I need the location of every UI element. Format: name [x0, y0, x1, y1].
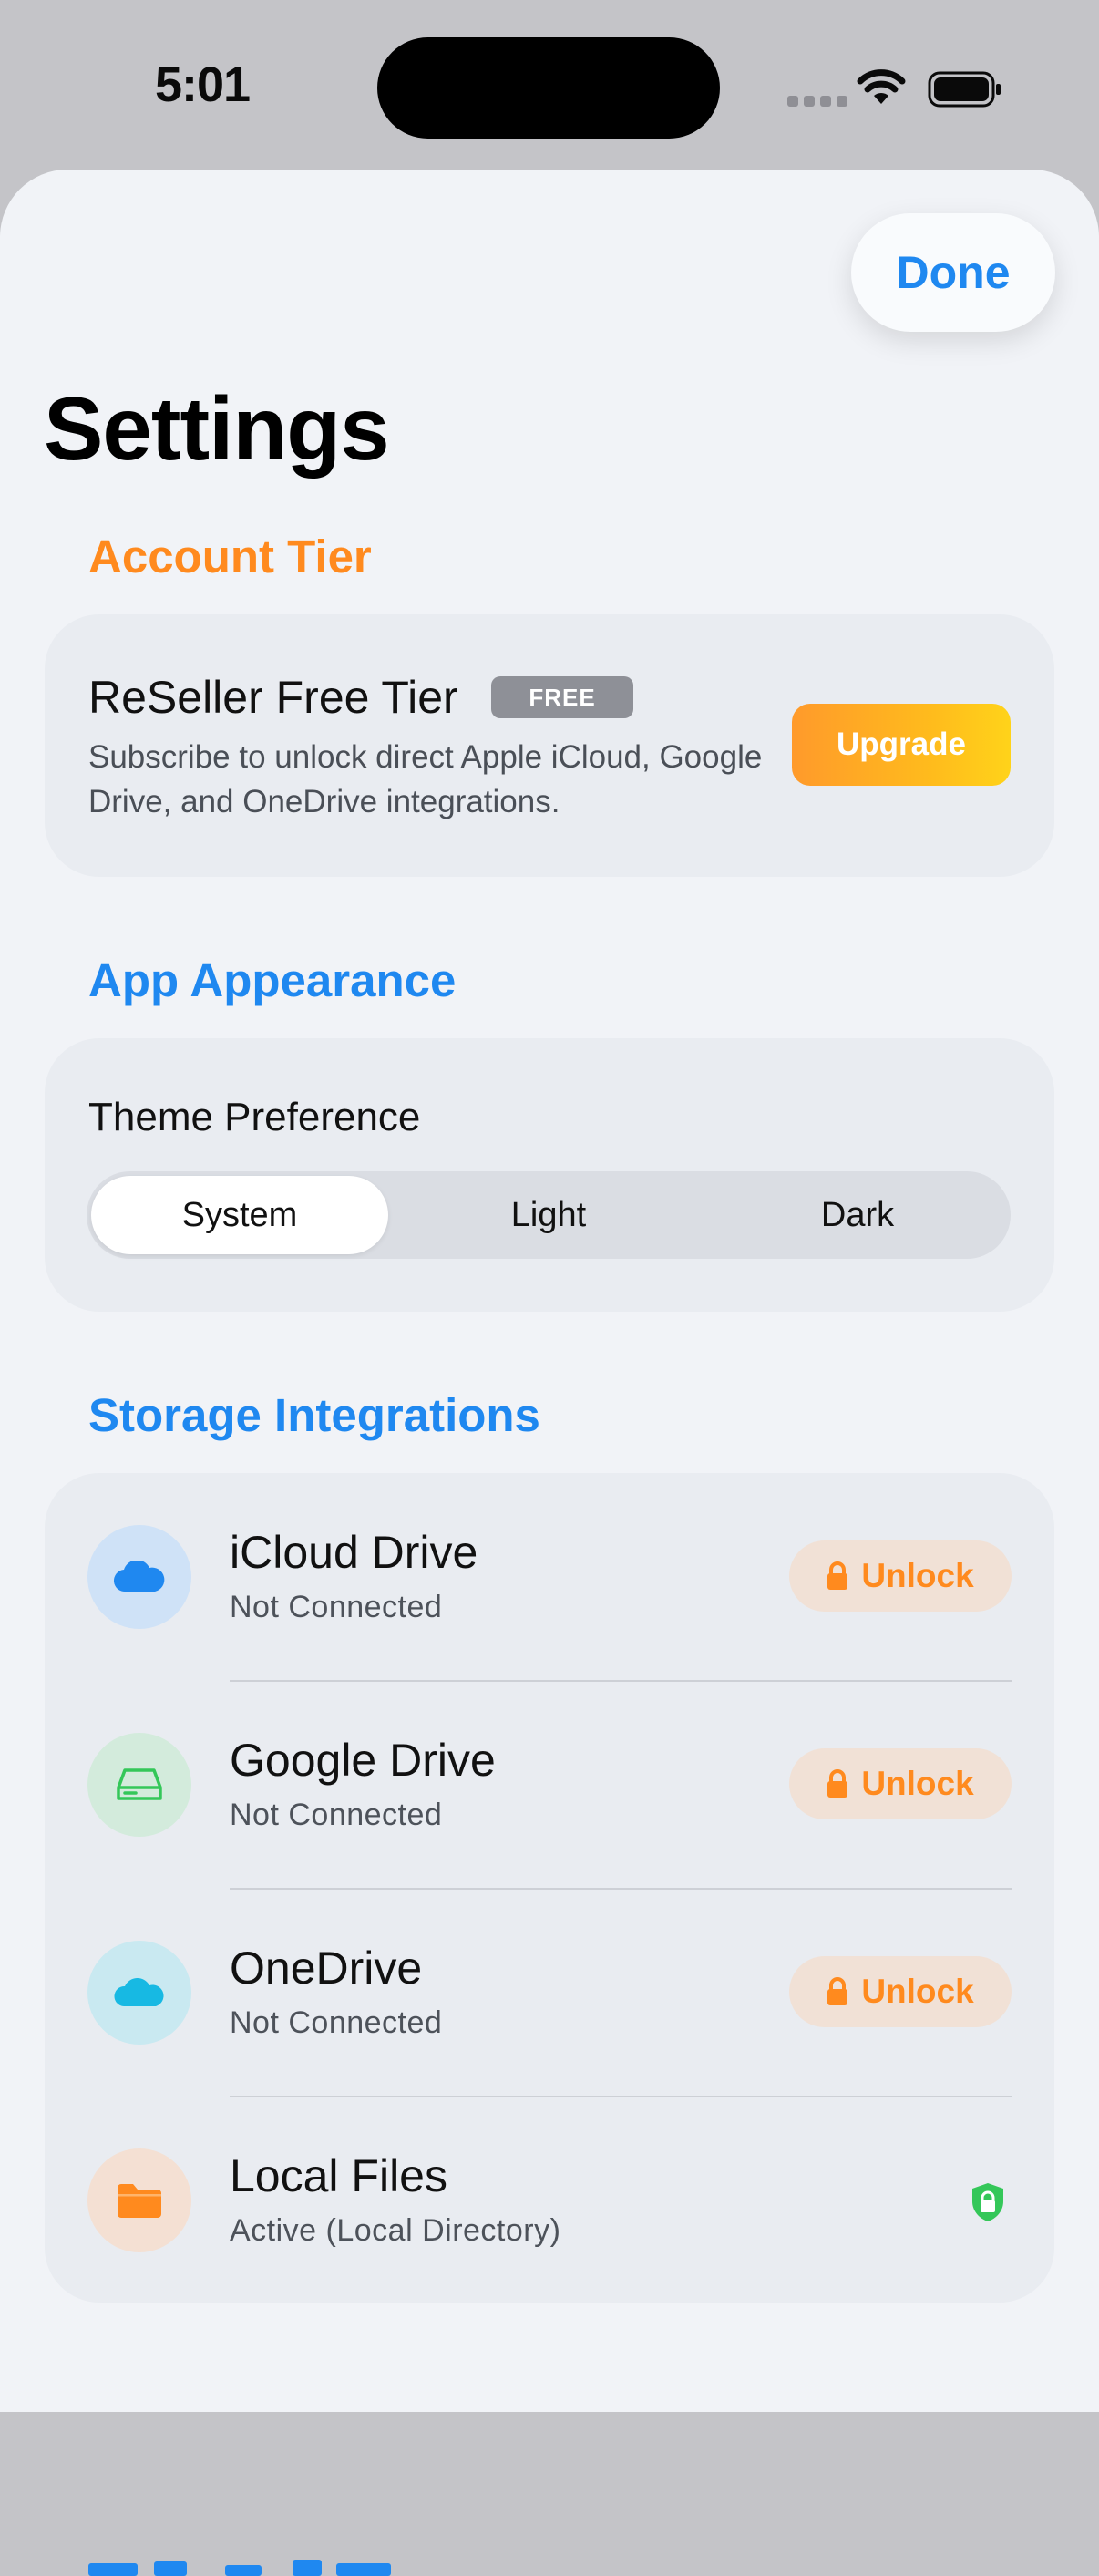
account-tier-card: ReSeller Free Tier FREE Subscribe to unl…: [45, 614, 1054, 877]
storage-status: Not Connected: [230, 2005, 443, 2040]
theme-option-light[interactable]: Light: [400, 1176, 697, 1254]
dynamic-island: [377, 37, 720, 139]
storage-title: iCloud Drive: [230, 1527, 478, 1578]
google-drive-icon-circle: [87, 1733, 191, 1837]
free-badge: FREE: [491, 676, 633, 718]
done-button[interactable]: Done: [851, 213, 1055, 332]
local-files-icon-circle: [87, 2148, 191, 2252]
wifi-icon: [857, 69, 906, 104]
storage-row-google-drive: Google Drive Not Connected Unlock: [45, 1681, 1054, 1889]
shield-lock-icon: [972, 2183, 1003, 2221]
storage-row-local-files: Local Files Active (Local Directory): [45, 2097, 1054, 2304]
unlock-google-drive-button[interactable]: Unlock: [789, 1748, 1012, 1819]
unlock-icloud-button[interactable]: Unlock: [789, 1540, 1012, 1612]
status-bar: 5:01: [0, 0, 1099, 173]
next-section-header: [88, 2560, 391, 2576]
drive-icon: [117, 1768, 162, 1800]
storage-status: Not Connected: [230, 1590, 443, 1624]
appearance-card: Theme Preference System Light Dark: [45, 1038, 1054, 1312]
lock-icon: [827, 1977, 848, 2005]
upgrade-button[interactable]: Upgrade: [792, 704, 1011, 786]
unlock-label: Unlock: [861, 1765, 974, 1802]
storage-status: Not Connected: [230, 1798, 443, 1832]
cloud-icon: [114, 1978, 164, 2006]
storage-title: Google Drive: [230, 1735, 496, 1786]
unlock-onedrive-button[interactable]: Unlock: [789, 1956, 1012, 2027]
status-time: 5:01: [155, 57, 251, 112]
settings-sheet: Done Settings Account Tier ReSeller Free…: [0, 170, 1099, 2576]
folder-icon: [118, 2184, 161, 2218]
cloud-icon: [114, 1561, 165, 1592]
storage-title: OneDrive: [230, 1942, 423, 1994]
lock-icon: [827, 1769, 848, 1798]
page-title: Settings: [44, 378, 390, 479]
account-tier-header: Account Tier: [88, 531, 372, 582]
storage-row-icloud: iCloud Drive Not Connected Unlock: [45, 1473, 1054, 1681]
theme-option-system[interactable]: System: [91, 1176, 388, 1254]
unlock-label: Unlock: [861, 1557, 974, 1594]
onedrive-icon-circle: [87, 1941, 191, 2045]
theme-segmented-control[interactable]: System Light Dark: [87, 1171, 1011, 1259]
storage-row-onedrive: OneDrive Not Connected Unlock: [45, 1889, 1054, 2097]
storage-status: Active (Local Directory): [230, 2213, 561, 2248]
theme-preference-label: Theme Preference: [88, 1095, 421, 1139]
lock-icon: [827, 1561, 848, 1590]
storage-integrations-header: Storage Integrations: [88, 1389, 540, 1441]
cellular-signal-icon: [787, 96, 847, 107]
tier-name: ReSeller Free Tier: [88, 672, 458, 723]
battery-icon: [928, 71, 1001, 108]
icloud-icon-circle: [87, 1525, 191, 1629]
app-appearance-header: App Appearance: [88, 954, 457, 1006]
unlock-label: Unlock: [861, 1973, 974, 2010]
storage-title: Local Files: [230, 2150, 447, 2201]
tier-description: Subscribe to unlock direct Apple iCloud,…: [88, 739, 763, 819]
theme-option-dark[interactable]: Dark: [709, 1176, 1006, 1254]
storage-card: iCloud Drive Not Connected Unlock Google…: [45, 1473, 1054, 2303]
